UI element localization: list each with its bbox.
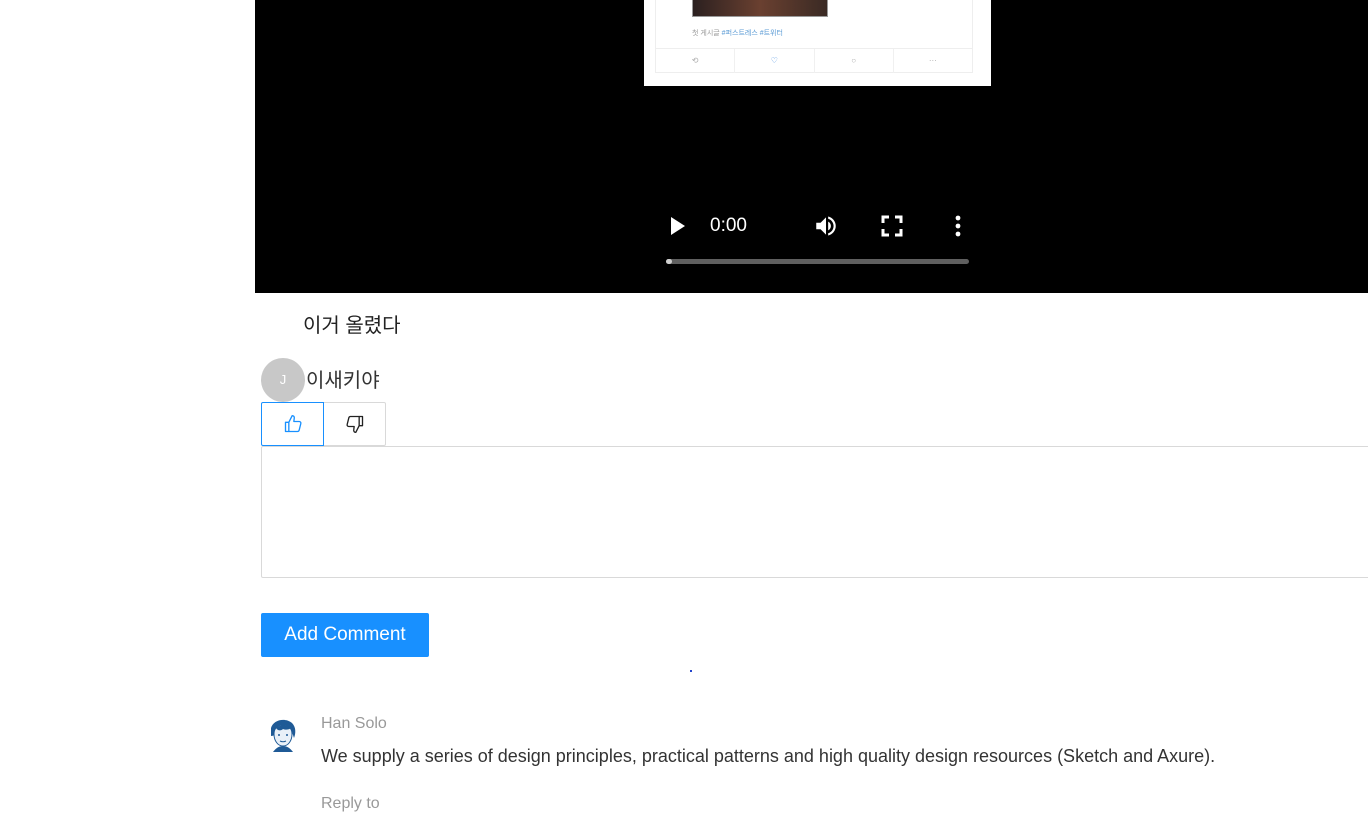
reply-link[interactable]: Reply to [321, 795, 380, 813]
add-comment-button[interactable]: Add Comment [261, 613, 429, 657]
commenter-avatar [261, 714, 303, 756]
volume-icon[interactable] [813, 213, 839, 239]
thumbs-up-icon [284, 415, 302, 433]
thumbs-down-icon [345, 415, 363, 433]
comment-content: We supply a series of design principles,… [321, 746, 1216, 766]
video-time: 0:00 [710, 215, 747, 236]
more-options-icon[interactable] [953, 214, 963, 238]
vote-buttons [261, 402, 386, 446]
avatar: J [261, 358, 305, 402]
play-icon[interactable] [669, 216, 687, 236]
fullscreen-icon[interactable] [881, 215, 903, 237]
post-text: 이거 올렸다 [303, 315, 401, 337]
comment-text: 이새키야 [306, 370, 380, 392]
video-progress-bar[interactable] [666, 259, 969, 264]
video-controls: 0:00 [255, 0, 1368, 293]
video-player[interactable]: 첫 게시글 #퍼스트레스 #트위터 ⟲ ♡ ○ ··· 0:00 [255, 0, 1368, 293]
loading-dot [690, 670, 692, 672]
video-progress-fill [666, 259, 673, 264]
like-button[interactable] [261, 402, 324, 446]
comment-textarea[interactable] [261, 446, 1368, 578]
dislike-button[interactable] [324, 402, 386, 446]
comment-author[interactable]: Han Solo [321, 715, 387, 733]
